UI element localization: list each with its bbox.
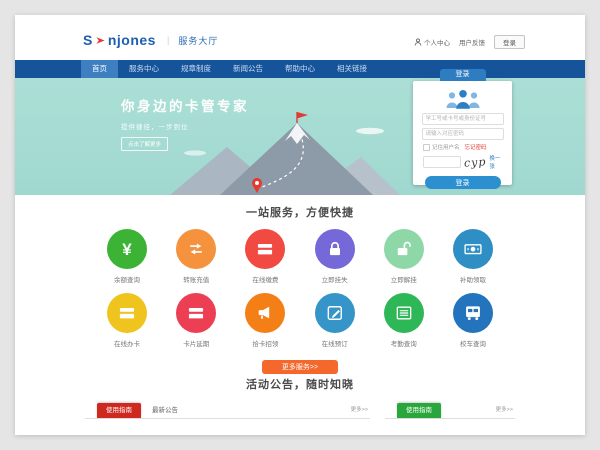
header-links: 个人中心 用户反馈 登录 — [414, 35, 525, 49]
nav-item-news[interactable]: 新闻公告 — [222, 60, 274, 78]
users-group-icon — [441, 88, 485, 110]
captcha-row: cyp 换一张 — [423, 154, 502, 170]
banknote-icon — [453, 229, 493, 269]
remember-label: 记住用户名 — [432, 143, 460, 151]
header: S njones | 服务大厅 个人中心 用户反馈 登录 — [15, 15, 585, 60]
services-section: 一站服务，方便快捷 ¥ 余额查询 转账充值 在线缴费 — [15, 195, 585, 374]
announcement-panel-right: 使用指南 更多>> — [385, 402, 515, 419]
product-name: 服务大厅 — [178, 34, 218, 47]
hero-cta-button[interactable]: 点击了解更多 — [121, 137, 168, 151]
yen-icon: ¥ — [107, 229, 147, 269]
captcha-input[interactable] — [423, 156, 461, 168]
unlock-icon — [384, 229, 424, 269]
service-school-bus-inquiry[interactable]: 校车查询 — [444, 293, 502, 348]
nav-item-rules[interactable]: 规章制度 — [170, 60, 222, 78]
card-apply-icon — [107, 293, 147, 333]
nav-item-service-center[interactable]: 服务中心 — [118, 60, 170, 78]
login-submit-button[interactable]: 登录 — [425, 176, 501, 189]
service-online-booking[interactable]: 在线预订 — [306, 293, 364, 348]
more-link-right[interactable]: 更多>> — [496, 403, 515, 418]
services-row-2: 在线办卡 卡片延期 拾卡招领 在线预订 — [98, 293, 502, 348]
announcement-panel-left: 使用指南 最新公告 更多>> — [85, 402, 370, 419]
person-icon — [414, 38, 422, 46]
login-tab[interactable]: 登录 — [440, 69, 486, 81]
nav-item-help[interactable]: 帮助中心 — [274, 60, 326, 78]
login-panel: 登录 记住用户名 忘记密码 cyp 换一张 登录 — [413, 81, 512, 185]
logo-text-s: S — [83, 32, 93, 48]
personal-center-link[interactable]: 个人中心 — [414, 37, 450, 47]
megaphone-icon — [245, 293, 285, 333]
nav-item-home[interactable]: 首页 — [81, 60, 118, 78]
service-transfer-recharge[interactable]: 转账充值 — [167, 229, 225, 284]
nav-item-links[interactable]: 相关链接 — [326, 60, 378, 78]
captcha-image[interactable]: cyp — [464, 155, 487, 170]
mountain-illustration — [165, 109, 400, 195]
bus-icon — [453, 293, 493, 333]
user-feedback-link[interactable]: 用户反馈 — [459, 37, 485, 47]
attendance-list-icon — [384, 293, 424, 333]
announcement-panels: 使用指南 最新公告 更多>> 使用指南 更多>> — [85, 402, 515, 419]
logo-text-njones: njones — [108, 32, 156, 48]
service-card-renewal[interactable]: 卡片延期 — [167, 293, 225, 348]
password-input[interactable] — [422, 128, 504, 140]
announcements-title: 活动公告，随时知晓 — [15, 367, 585, 392]
announcements-section: 活动公告，随时知晓 使用指南 最新公告 更多>> 使用指南 更多>> — [15, 367, 585, 419]
service-balance-inquiry[interactable]: ¥ 余额查询 — [98, 229, 156, 284]
logo[interactable]: S njones | 服务大厅 — [83, 32, 218, 48]
edit-icon — [315, 293, 355, 333]
tab-latest-news[interactable]: 最新公告 — [141, 403, 189, 418]
service-online-payment[interactable]: 在线缴费 — [236, 229, 294, 284]
right-tabbar: 使用指南 更多>> — [385, 402, 515, 419]
tab-usage-guide-right[interactable]: 使用指南 — [397, 403, 441, 418]
remember-checkbox[interactable] — [423, 144, 430, 151]
main-nav: 首页 服务中心 规章制度 新闻公告 帮助中心 相关链接 — [15, 60, 585, 78]
service-unfreeze[interactable]: 立即解挂 — [375, 229, 433, 284]
service-attendance-inquiry[interactable]: 考勤查询 — [375, 293, 433, 348]
card-renew-icon — [176, 293, 216, 333]
tab-usage-guide-left[interactable]: 使用指南 — [97, 403, 141, 418]
header-login-button[interactable]: 登录 — [494, 35, 525, 49]
more-link-left[interactable]: 更多>> — [351, 403, 370, 418]
service-online-card-apply[interactable]: 在线办卡 — [98, 293, 156, 348]
transfer-arrows-icon — [176, 229, 216, 269]
logo-divider: | — [167, 35, 169, 45]
captcha-refresh-link[interactable]: 换一张 — [489, 154, 502, 170]
service-subsidy-collect[interactable]: 补助领取 — [444, 229, 502, 284]
service-report-loss[interactable]: 立即挂失 — [306, 229, 364, 284]
card-icon — [245, 229, 285, 269]
services-title: 一站服务，方便快捷 — [15, 195, 585, 220]
screenshot-canvas: S njones | 服务大厅 个人中心 用户反馈 登录 首页 服务中心 规章制… — [0, 0, 600, 450]
remember-row: 记住用户名 忘记密码 — [423, 143, 502, 151]
service-lost-card-claim[interactable]: 拾卡招领 — [236, 293, 294, 348]
logo-arrow-icon — [95, 35, 106, 46]
forgot-password-link[interactable]: 忘记密码 — [465, 143, 487, 151]
lock-icon — [315, 229, 355, 269]
left-tabbar: 使用指南 最新公告 更多>> — [85, 402, 370, 419]
services-row-1: ¥ 余额查询 转账充值 在线缴费 立即挂失 — [98, 229, 502, 284]
portal-page: S njones | 服务大厅 个人中心 用户反馈 登录 首页 服务中心 规章制… — [15, 15, 585, 435]
username-input[interactable] — [422, 113, 504, 125]
